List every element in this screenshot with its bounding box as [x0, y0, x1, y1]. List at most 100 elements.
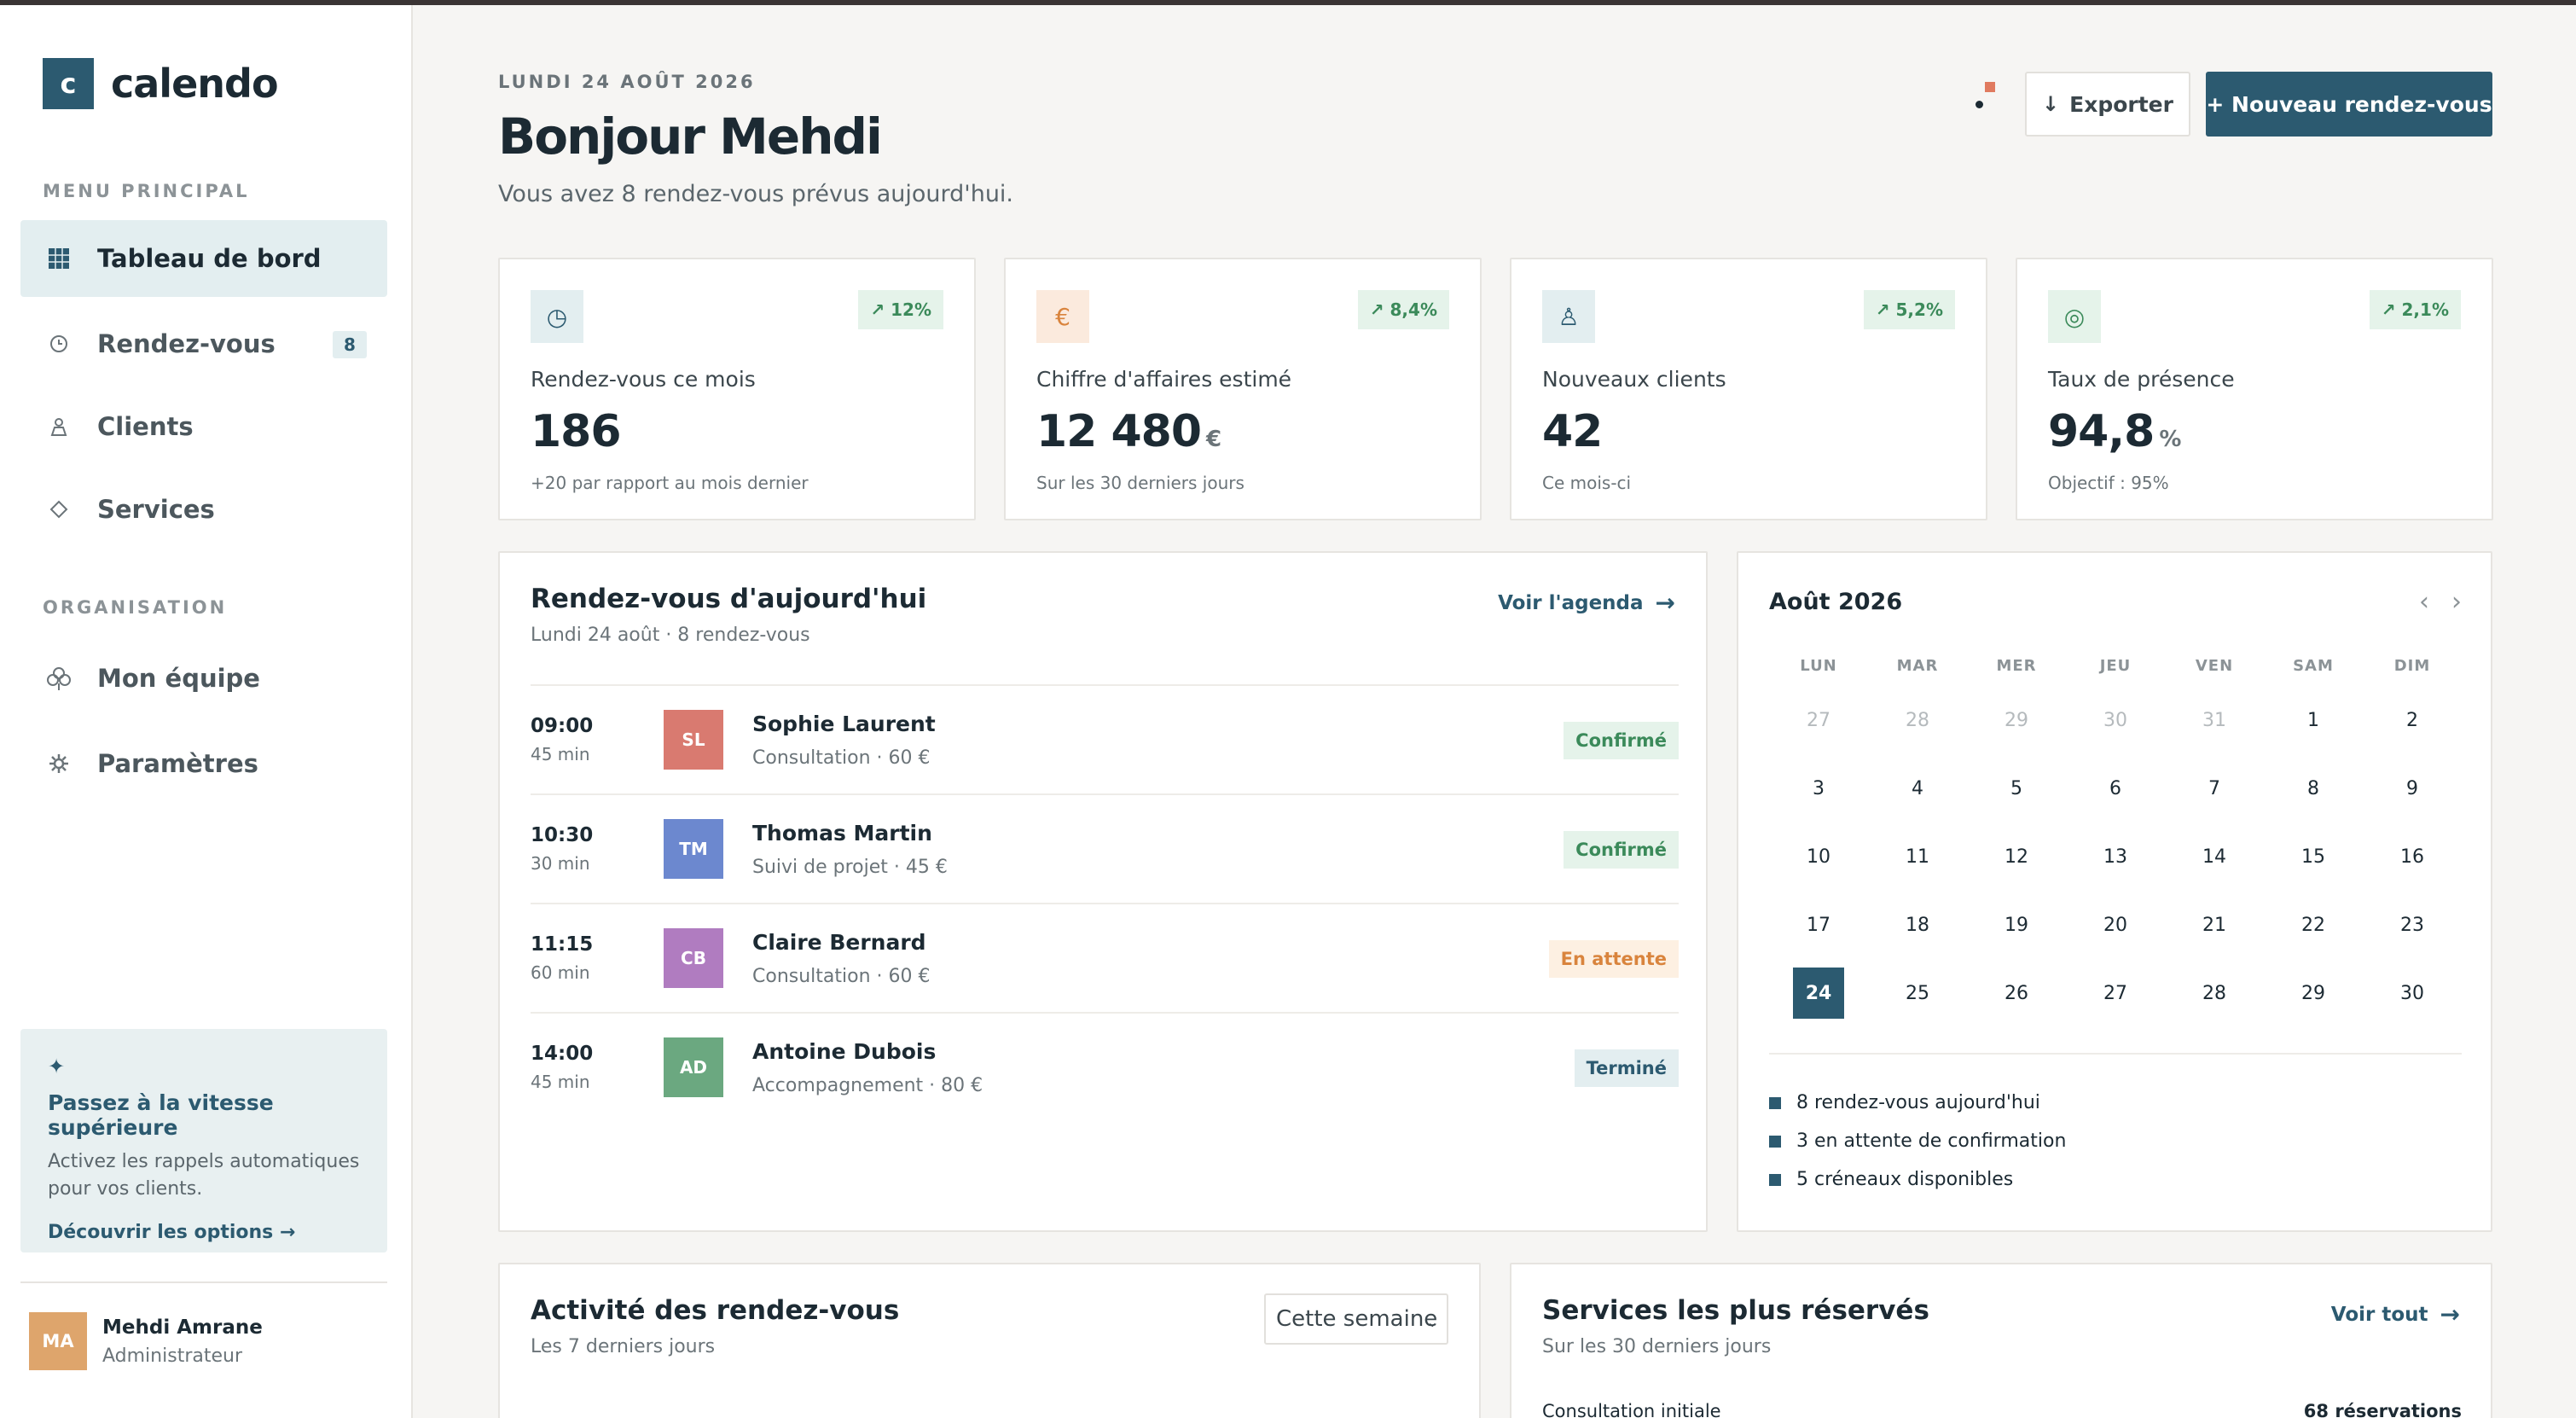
- calendar-day[interactable]: 29: [2288, 968, 2339, 1019]
- sidebar-item-appointments[interactable]: Rendez-vous 8: [20, 305, 387, 382]
- appointment-duration: 45 min: [531, 744, 590, 764]
- calendar-day[interactable]: 2: [2387, 694, 2438, 746]
- previous-month-button[interactable]: ‹: [2419, 587, 2429, 617]
- calendar-day[interactable]: 15: [2288, 831, 2339, 882]
- sidebar-item-dashboard[interactable]: Tableau de bord: [20, 220, 387, 297]
- target-icon: ◎: [2048, 290, 2101, 343]
- upgrade-promo: ✦ Passez à la vitesse supérieure Activez…: [20, 1029, 387, 1252]
- calendar-day[interactable]: 12: [1991, 831, 2042, 882]
- export-label: Exporter: [2069, 91, 2173, 117]
- calendar-day[interactable]: 27: [2090, 968, 2141, 1019]
- calendar-day[interactable]: 26: [1991, 968, 2042, 1019]
- appointment-detail: Suivi de projet · 45 €: [752, 857, 948, 878]
- calendar-day-today[interactable]: 24: [1793, 968, 1844, 1019]
- calendar-day[interactable]: 19: [1991, 899, 2042, 950]
- sidebar-item-services[interactable]: Services: [20, 471, 387, 548]
- select-value: Cette semaine: [1276, 1306, 1438, 1332]
- kpi-value: 42: [1542, 406, 1603, 457]
- appointment-detail: Consultation · 60 €: [752, 966, 931, 987]
- client-name: Sophie Laurent: [752, 712, 936, 736]
- service-name: Consultation initiale: [1542, 1401, 1721, 1418]
- calendar-day[interactable]: 10: [1793, 831, 1844, 882]
- kpi-label: Chiffre d'affaires estimé: [1036, 367, 1292, 392]
- panel-subtitle: Les 7 derniers jours: [531, 1336, 716, 1357]
- calendar-day[interactable]: 11: [1892, 831, 1943, 882]
- view-agenda-link[interactable]: Voir l'agenda →: [1498, 589, 1675, 617]
- sidebar-item-settings[interactable]: Paramètres: [20, 725, 387, 802]
- calendar-day[interactable]: 21: [2189, 899, 2240, 950]
- calendar-day[interactable]: 8: [2288, 763, 2339, 814]
- avatar: MA: [29, 1312, 87, 1370]
- clock-icon: ◷: [531, 290, 583, 343]
- calendar-day[interactable]: 29: [1991, 694, 2042, 746]
- bell-icon: [1976, 101, 1983, 108]
- weekday-header: MER: [1996, 657, 2037, 675]
- section-label-organisation: ORGANISATION: [43, 597, 228, 618]
- calendar-day[interactable]: 13: [2090, 831, 2141, 882]
- service-row[interactable]: Consultation initiale 68 réservations: [1542, 1401, 2462, 1418]
- sidebar-item-team[interactable]: Mon équipe: [20, 640, 387, 717]
- calendar-day[interactable]: 28: [1892, 694, 1943, 746]
- legend-swatch: [1769, 1096, 1781, 1109]
- calendar-day[interactable]: 23: [2387, 899, 2438, 950]
- sidebar: c calendo MENU PRINCIPAL Tableau de bord…: [0, 5, 413, 1418]
- calendar-day[interactable]: 22: [2288, 899, 2339, 950]
- calendar-day[interactable]: 28: [2189, 968, 2240, 1019]
- sidebar-item-label: Services: [97, 495, 215, 524]
- calendar-day[interactable]: 31: [2189, 694, 2240, 746]
- appointment-row[interactable]: 10:30 30 min TM Thomas Martin Suivi de proje…: [531, 793, 1679, 903]
- new-appointment-button[interactable]: + Nouveau rendez-vous: [2206, 72, 2492, 137]
- panel-title: Activité des rendez-vous: [531, 1295, 900, 1326]
- calendar-day[interactable]: 5: [1991, 763, 2042, 814]
- sidebar-item-clients[interactable]: Clients: [20, 388, 387, 465]
- export-button[interactable]: ↓ Exporter: [2025, 72, 2190, 137]
- appointment-row[interactable]: 11:15 60 min CB Claire Bernard Consultation …: [531, 903, 1679, 1012]
- user-profile[interactable]: MA Mehdi Amrane Administrateur: [29, 1312, 263, 1370]
- appointment-row[interactable]: 09:00 45 min SL Sophie Laurent Consultation …: [531, 684, 1679, 793]
- euro-icon: €: [1036, 290, 1089, 343]
- calendar-day[interactable]: 1: [2288, 694, 2339, 746]
- clock-icon: [46, 334, 72, 354]
- calendar-day[interactable]: 16: [2387, 831, 2438, 882]
- kpi-note: Objectif : 95%: [2048, 473, 2169, 493]
- calendar-day[interactable]: 4: [1892, 763, 1943, 814]
- logo-mark: c: [43, 58, 94, 109]
- calendar-month-title: Août 2026: [1769, 589, 1903, 615]
- calendar-day[interactable]: 17: [1793, 899, 1844, 950]
- calendar-day[interactable]: 3: [1793, 763, 1844, 814]
- trend-badge: ↗ 12%: [858, 290, 943, 329]
- period-select[interactable]: Cette semaine ⌄: [1264, 1293, 1448, 1345]
- sidebar-item-label: Paramètres: [97, 749, 258, 778]
- status-badge: Confirmé: [1564, 722, 1679, 759]
- calendar-day[interactable]: 20: [2090, 899, 2141, 950]
- kpi-label: Taux de présence: [2048, 367, 2235, 392]
- user-name: Mehdi Amrane: [102, 1316, 263, 1339]
- notification-bell-button[interactable]: [1970, 78, 2001, 113]
- current-date: LUNDI 24 AOÛT 2026: [498, 72, 756, 92]
- status-badge: Confirmé: [1564, 831, 1679, 869]
- logo[interactable]: c calendo: [43, 58, 279, 109]
- user-role: Administrateur: [102, 1345, 242, 1367]
- discover-options-link[interactable]: Découvrir les options →: [48, 1222, 295, 1243]
- calendar-day[interactable]: 30: [2090, 694, 2141, 746]
- legend-item: 3 en attente de confirmation: [1769, 1130, 2066, 1152]
- calendar-day[interactable]: 9: [2387, 763, 2438, 814]
- appointment-row[interactable]: 14:00 45 min AD Antoine Dubois Accompagnemen…: [531, 1012, 1679, 1121]
- calendar-day[interactable]: 25: [1892, 968, 1943, 1019]
- calendar-day[interactable]: 14: [2189, 831, 2240, 882]
- divider: [1769, 1053, 2462, 1055]
- trend-badge: ↗ 5,2%: [1863, 290, 1955, 329]
- calendar-day[interactable]: 18: [1892, 899, 1943, 950]
- calendar-day[interactable]: 6: [2090, 763, 2141, 814]
- weekday-header: SAM: [2293, 657, 2334, 675]
- next-month-button[interactable]: ›: [2451, 587, 2462, 617]
- view-all-link[interactable]: Voir tout →: [2331, 1300, 2460, 1328]
- calendar-day[interactable]: 27: [1793, 694, 1844, 746]
- chevron-down-icon: ⌄: [1426, 1314, 1438, 1330]
- calendar-day[interactable]: 30: [2387, 968, 2438, 1019]
- person-icon: [46, 416, 72, 437]
- calendar-day[interactable]: 7: [2189, 763, 2240, 814]
- weekday-header: LUN: [1800, 657, 1837, 675]
- legend-item: 8 rendez-vous aujourd'hui: [1769, 1092, 2040, 1113]
- top-services-panel: Services les plus réservés Sur les 30 de…: [1510, 1263, 2492, 1418]
